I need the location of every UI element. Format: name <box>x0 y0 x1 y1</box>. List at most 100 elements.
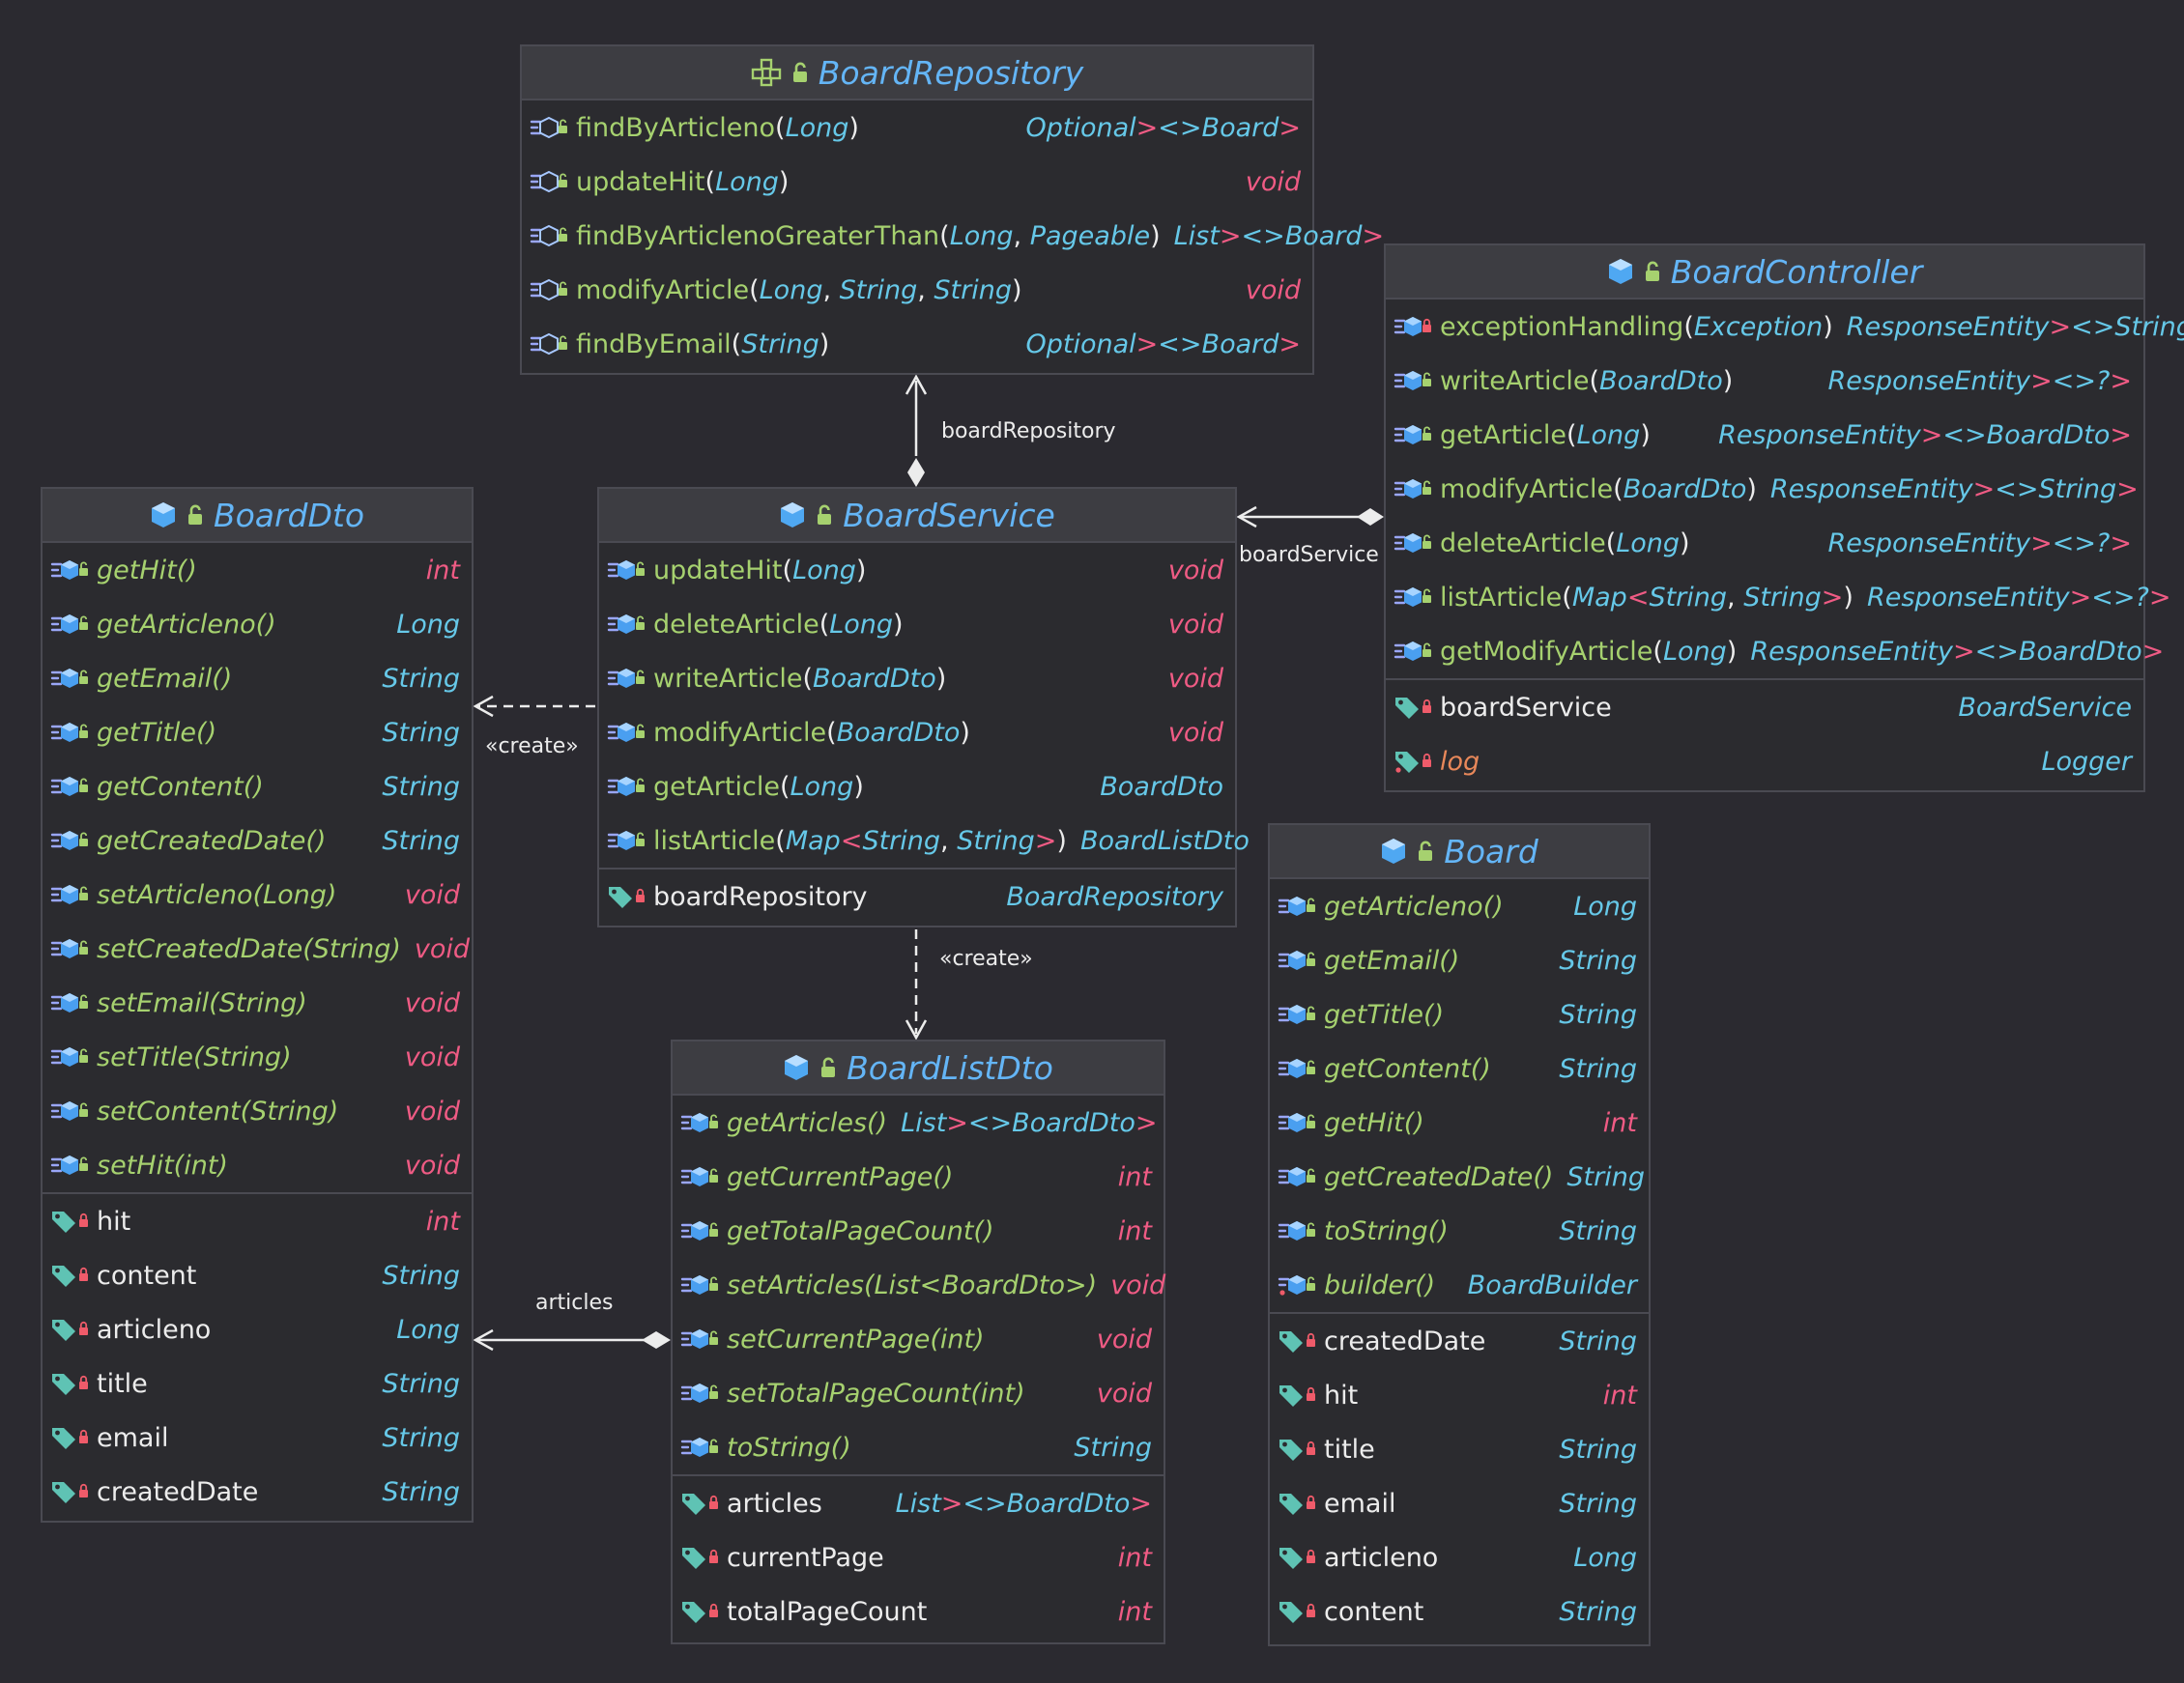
method-row[interactable]: getArticle (Long) ResponseEntity><>BoardDt… <box>1386 408 2143 462</box>
method-row[interactable]: getTotalPageCount() int <box>673 1204 1164 1258</box>
method-params: (BoardDto) <box>802 663 947 694</box>
method-icon <box>50 665 89 692</box>
method-row[interactable]: getCreatedDate() String <box>1270 1150 1649 1204</box>
method-row[interactable]: deleteArticle (Long) void <box>599 597 1235 651</box>
method-row[interactable]: modifyArticle (Long, String, String) void <box>522 263 1312 317</box>
method-row[interactable]: getContent() String <box>43 759 472 813</box>
method-row[interactable]: getCreatedDate() String <box>43 813 472 868</box>
field-row[interactable]: boardService BoardService <box>1386 680 2143 734</box>
method-row[interactable]: setEmail(String) void <box>43 976 472 1030</box>
method-row[interactable]: getTitle() String <box>1270 987 1649 1041</box>
method-row[interactable]: setTotalPageCount(int) void <box>673 1366 1164 1420</box>
field-icon <box>1394 748 1432 775</box>
method-row[interactable]: listArticle (Map<String, String>) Response… <box>1386 570 2171 624</box>
class-box-boardservice[interactable]: BoardService updateHit (Long) void deleteAr… <box>597 487 1250 927</box>
method-return-type: ResponseEntity><>BoardDto> <box>1718 419 2132 450</box>
method-icon <box>1394 529 1432 556</box>
field-row[interactable]: hit int <box>1270 1368 1649 1422</box>
method-row[interactable]: writeArticle (BoardDto) void <box>599 651 1235 705</box>
method-icon <box>50 611 89 638</box>
method-row[interactable]: getArticle (Long) BoardDto <box>599 759 1235 813</box>
field-icon <box>50 1208 89 1235</box>
method-params: (Long, String, String) <box>749 274 1022 305</box>
method-icon <box>530 168 568 195</box>
method-param-types: BoardDto <box>813 663 936 694</box>
method-row[interactable]: getArticles() List><>BoardDto> <box>673 1096 1164 1150</box>
field-row[interactable]: email String <box>43 1411 472 1465</box>
method-row[interactable]: getHit() int <box>1270 1096 1649 1150</box>
field-row[interactable]: boardRepository BoardRepository <box>599 870 1235 924</box>
method-row[interactable]: deleteArticle (Long) ResponseEntity><>?> <box>1386 516 2143 570</box>
method-return-type: String <box>382 717 460 748</box>
method-row[interactable]: setArticles(List<BoardDto>) void <box>673 1258 1165 1312</box>
method-row[interactable]: setArticleno(Long) void <box>43 868 472 922</box>
method-icon <box>1278 1217 1316 1244</box>
method-icon <box>607 719 646 746</box>
method-row[interactable]: getModifyArticle (Long) ResponseEntity><>B… <box>1386 624 2164 678</box>
method-param-types: Long <box>785 112 849 143</box>
link-label-create-listdto: «create» <box>939 947 1033 971</box>
method-param-types: Long, String, String <box>759 274 1012 305</box>
class-box-board[interactable]: Board getArticleno() Long getEmail() String… <box>1268 823 1651 1646</box>
method-row[interactable]: getCurrentPage() int <box>673 1150 1164 1204</box>
method-row[interactable]: updateHit (Long) void <box>599 543 1235 597</box>
method-row[interactable]: setHit(int) void <box>43 1138 472 1192</box>
method-row[interactable]: setContent(String) void <box>43 1084 472 1138</box>
field-row[interactable]: title String <box>1270 1422 1649 1476</box>
method-icon <box>50 881 89 908</box>
field-row[interactable]: content String <box>1270 1584 1649 1639</box>
method-row[interactable]: updateHit (Long) void <box>522 155 1312 209</box>
method-row[interactable]: modifyArticle (BoardDto) void <box>599 705 1235 759</box>
method-row[interactable]: getHit() int <box>43 543 472 597</box>
method-row[interactable]: writeArticle (BoardDto) ResponseEntity><>?… <box>1386 354 2143 408</box>
method-row[interactable]: getEmail() String <box>1270 933 1649 987</box>
method-return-type: int <box>425 555 460 585</box>
field-row[interactable]: title String <box>43 1356 472 1411</box>
field-row[interactable]: totalPageCount int <box>673 1584 1164 1639</box>
method-param-types: BoardDto <box>836 717 961 748</box>
field-row[interactable]: hit int <box>43 1194 472 1248</box>
field-row[interactable]: log Logger <box>1386 734 2143 788</box>
class-box-boardcontroller[interactable]: BoardController exceptionHandling (Except… <box>1384 243 2184 792</box>
field-row[interactable]: content String <box>43 1248 472 1302</box>
method-list: getArticles() List><>BoardDto> getCurrentP… <box>673 1096 1165 1474</box>
class-box-boardlistdto[interactable]: BoardListDto getArticles() List><>BoardDt… <box>671 1040 1165 1644</box>
method-row[interactable]: getTitle() String <box>43 705 472 759</box>
method-row[interactable]: findByArticlenoGreaterThan (Long, Pageabl… <box>522 209 1384 263</box>
field-row[interactable]: articles List><>BoardDto> <box>673 1476 1164 1530</box>
field-icon <box>680 1490 719 1517</box>
method-row[interactable]: findByArticleno (Long) Optional><>Board> <box>522 100 1312 155</box>
field-row[interactable]: createdDate String <box>43 1465 472 1519</box>
method-row[interactable]: getContent() String <box>1270 1041 1649 1096</box>
link-label-create-dto: «create» <box>485 734 579 758</box>
field-row[interactable]: articleno Long <box>43 1302 472 1356</box>
method-row[interactable]: setCurrentPage(int) void <box>673 1312 1164 1366</box>
method-row[interactable]: setCreatedDate(String) void <box>43 922 472 976</box>
method-row[interactable]: getEmail() String <box>43 651 472 705</box>
method-row[interactable]: findByEmail (String) Optional><>Board> <box>522 317 1312 371</box>
method-row[interactable]: getArticleno() Long <box>1270 879 1649 933</box>
method-params: (String) <box>731 328 830 359</box>
field-row[interactable]: createdDate String <box>1270 1314 1649 1368</box>
method-row[interactable]: setTitle(String) void <box>43 1030 472 1084</box>
field-name: email <box>97 1422 169 1453</box>
method-params: (Long) <box>779 771 864 802</box>
method-icon <box>1278 1055 1316 1082</box>
class-icon <box>1380 837 1407 866</box>
method-return-type: void <box>1167 555 1223 585</box>
class-box-boarddto[interactable]: BoardDto getHit() int getArticleno() Long ge… <box>41 487 474 1523</box>
field-row[interactable]: articleno Long <box>1270 1530 1649 1584</box>
field-name: totalPageCount <box>727 1596 928 1627</box>
class-box-boardrepository[interactable]: BoardRepository findByArticleno (Long) Opt… <box>520 44 1384 375</box>
method-row[interactable]: exceptionHandling (Exception) ResponseEnti… <box>1386 300 2184 354</box>
field-type: String <box>382 1422 460 1453</box>
method-row[interactable]: builder() BoardBuilder <box>1270 1258 1649 1312</box>
method-row[interactable]: modifyArticle (BoardDto) ResponseEntity><>… <box>1386 462 2143 516</box>
field-row[interactable]: currentPage int <box>673 1530 1164 1584</box>
method-row[interactable]: getArticleno() Long <box>43 597 472 651</box>
field-row[interactable]: email String <box>1270 1476 1649 1530</box>
method-row[interactable]: toString() String <box>673 1420 1164 1474</box>
method-row[interactable]: listArticle (Map<String, String>) BoardLis… <box>599 813 1250 868</box>
method-param-types: Long <box>829 609 894 640</box>
method-row[interactable]: toString() String <box>1270 1204 1649 1258</box>
